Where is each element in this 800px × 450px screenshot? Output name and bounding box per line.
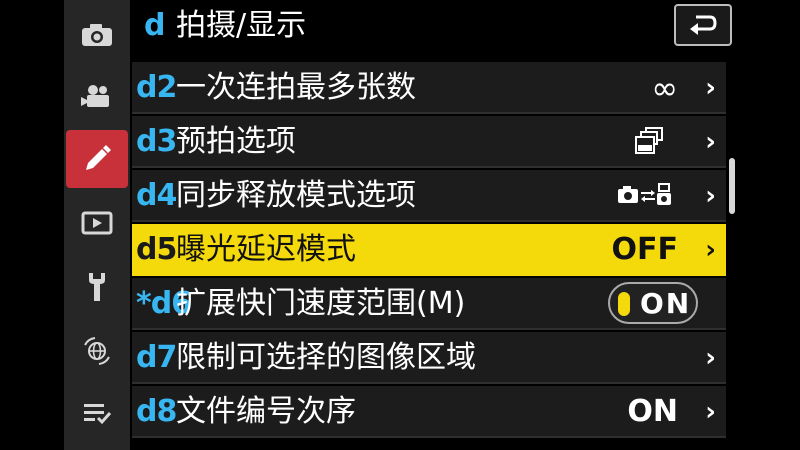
- menu-item-d2[interactable]: d2 一次连拍最多张数 ∞ ›: [132, 62, 726, 114]
- menu-item-d4[interactable]: d4 同步释放模式选项 ›: [132, 170, 726, 222]
- menu-item-label: 一次连拍最多张数: [176, 70, 416, 105]
- camera-icon: [82, 24, 112, 46]
- chevron-right-icon: ›: [705, 127, 716, 157]
- my-menu-icon: [84, 404, 112, 425]
- menu-item-label: 文件编号次序: [176, 394, 356, 429]
- pencil-icon: [86, 145, 111, 170]
- pre-capture-icon: [635, 127, 663, 154]
- playback-icon: [81, 211, 113, 235]
- chevron-right-icon: ›: [705, 181, 716, 211]
- sync-release-icon: [618, 183, 671, 205]
- menu-header: d 拍摄/显示: [132, 0, 736, 54]
- menu-item-code: d2: [136, 70, 177, 105]
- menu-item-value: ON: [627, 394, 678, 429]
- menu-group-letter: d: [144, 8, 166, 43]
- menu-item-code: d5: [136, 232, 177, 267]
- menu-item-value: ∞: [651, 69, 678, 107]
- menu-item-d6[interactable]: *d6 扩展快门速度范围(M) ON: [132, 278, 726, 330]
- chevron-right-icon: ›: [705, 73, 716, 103]
- menu-item-label: 曝光延迟模式: [176, 232, 356, 267]
- menu-tab-sidebar: [64, 0, 130, 450]
- chevron-right-icon: ›: [705, 235, 716, 265]
- menu-item-code: d8: [136, 394, 177, 429]
- menu-item-d3[interactable]: d3 预拍选项 ›: [132, 116, 726, 168]
- menu-item-d7[interactable]: d7 限制可选择的图像区域 ›: [132, 332, 726, 384]
- network-tab[interactable]: [66, 322, 128, 380]
- chevron-right-icon: ›: [705, 397, 716, 427]
- menu-item-label: 扩展快门速度范围(M): [176, 286, 466, 321]
- photo-shooting-tab[interactable]: [66, 6, 128, 64]
- menu-item-code: d3: [136, 124, 177, 159]
- toggle-knob: [618, 292, 630, 316]
- scrollbar-track[interactable]: [728, 62, 736, 450]
- my-menu-tab[interactable]: [66, 384, 128, 442]
- shutter-range-toggle[interactable]: ON: [608, 282, 698, 324]
- setup-tab[interactable]: [66, 258, 128, 316]
- playback-tab[interactable]: [66, 194, 128, 252]
- scrollbar-thumb[interactable]: [729, 158, 735, 214]
- menu-item-label: 同步释放模式选项: [176, 178, 416, 213]
- chevron-right-icon: ›: [705, 343, 716, 373]
- wrench-icon: [89, 273, 105, 301]
- menu-item-label: 预拍选项: [176, 124, 296, 159]
- page-title: 拍摄/显示: [176, 8, 307, 43]
- menu-item-d5[interactable]: d5 曝光延迟模式 OFF ›: [132, 224, 726, 276]
- network-icon: [84, 337, 110, 365]
- toggle-state: ON: [640, 287, 692, 320]
- back-button[interactable]: [674, 4, 732, 46]
- menu-item-code: d4: [136, 178, 177, 213]
- menu-item-code: d7: [136, 340, 177, 375]
- menu-item-label: 限制可选择的图像区域: [176, 340, 476, 375]
- menu-item-d8[interactable]: d8 文件编号次序 ON ›: [132, 386, 726, 438]
- menu-item-value: OFF: [611, 232, 679, 267]
- movie-camera-icon: [81, 85, 109, 107]
- movie-shooting-tab[interactable]: [66, 68, 128, 126]
- custom-settings-tab[interactable]: [66, 130, 128, 188]
- return-icon: [690, 15, 717, 35]
